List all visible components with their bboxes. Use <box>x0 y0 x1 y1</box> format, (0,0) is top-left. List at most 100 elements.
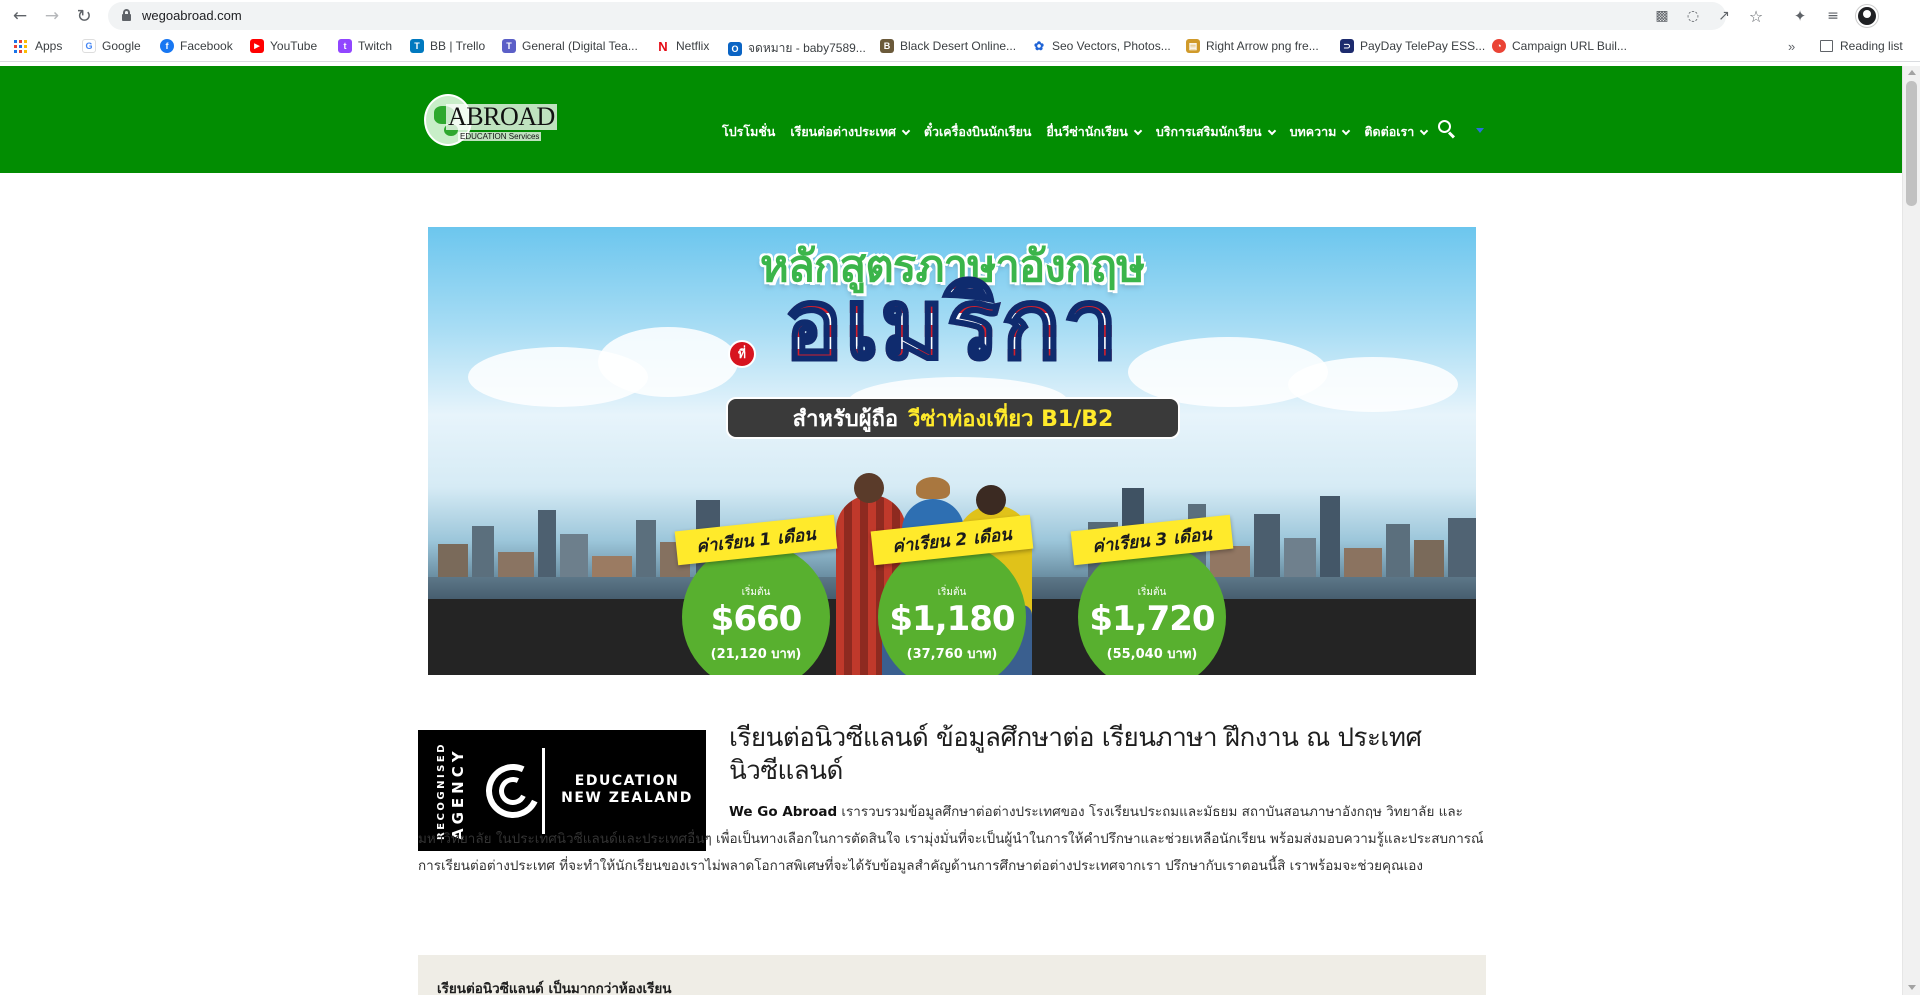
price-baht: (37,760 บาท) <box>906 647 998 662</box>
bookmark-campaign-url[interactable]: ◔ Campaign URL Buil... <box>1492 39 1627 53</box>
price-amount: $1,720 <box>1089 599 1215 639</box>
eye-off-icon[interactable]: ◌ <box>1683 6 1703 26</box>
nav-item-contact[interactable]: ติดต่อเรา <box>1364 122 1429 142</box>
bookmark-trello[interactable]: T BB | Trello <box>410 39 485 53</box>
nav-item-study-abroad[interactable]: เรียนต่อต่างประเทศ <box>790 122 911 142</box>
bookmark-label: General (Digital Tea... <box>522 39 638 53</box>
bookmark-facebook[interactable]: f Facebook <box>160 39 233 53</box>
search-icon[interactable] <box>1438 120 1456 139</box>
media-queue-icon[interactable]: ≡ <box>1822 5 1844 27</box>
seo-vectors-icon: ✿ <box>1032 39 1046 53</box>
bookmark-youtube[interactable]: ▶ YouTube <box>250 39 317 53</box>
youtube-icon: ▶ <box>250 39 264 53</box>
price-amount: $1,180 <box>889 599 1015 639</box>
price-circle: เริ่มต้น $660 (21,120 บาท) <box>682 543 830 675</box>
chevron-down-icon <box>1133 126 1143 135</box>
hero-country: อเมริกา <box>428 265 1476 385</box>
logo-subtitle: EDUCATION Services <box>458 132 542 141</box>
google-icon: G <box>82 39 96 53</box>
translate-icon[interactable]: ▩ <box>1652 6 1672 26</box>
bookmarks-bar: Apps G Google f Facebook ▶ YouTube t Twi… <box>0 32 1920 62</box>
price-from: เริ่มต้น <box>937 587 967 598</box>
logo-wordmark: ABROAD <box>446 102 557 131</box>
black-desert-icon: B <box>880 39 894 53</box>
bookmark-payday[interactable]: ⊃ PayDay TelePay ESS... <box>1340 39 1485 53</box>
bookmark-label: Twitch <box>358 39 393 53</box>
nav-label: บริการเสริมนักเรียน <box>1155 125 1262 139</box>
price-badge-3-month: ค่าเรียน 3 เดือน เริ่มต้น $1,720 (55,040… <box>1070 514 1234 675</box>
page-scrollbar[interactable] <box>1902 66 1920 995</box>
chevron-down-icon <box>1267 126 1276 135</box>
bookmark-label: YouTube <box>270 39 318 53</box>
nav-item-articles[interactable]: บทความ <box>1290 122 1351 142</box>
url-text[interactable]: wegoabroad.com <box>142 8 242 23</box>
bookmark-black-desert[interactable]: B Black Desert Online... <box>880 39 1016 53</box>
bookmark-apps[interactable]: Apps <box>14 39 62 53</box>
scrollbar-thumb[interactable] <box>1906 81 1917 206</box>
intro-text: เรารวบรวมข้อมูลศึกษาต่อต่างประเทศของ โรง… <box>418 804 1484 874</box>
bookmark-label: จดหมาย - baby7589... <box>748 41 866 55</box>
hero-banner[interactable]: หลักสูตรภาษาอังกฤษ อเมริกา ที่ สำหรับผู้… <box>428 227 1476 675</box>
chevron-down-icon <box>1420 126 1429 135</box>
outlook-icon: O <box>728 41 742 56</box>
main-nav: โปรโมชั่น เรียนต่อต่างประเทศ ตั๋วเครื่อง… <box>722 124 1442 140</box>
visa-prefix: สำหรับผู้ถือ <box>792 406 899 432</box>
bookmark-netflix[interactable]: N Netflix <box>656 39 709 54</box>
site-logo[interactable]: ABROAD EDUCATION Services <box>424 92 557 150</box>
bookmark-outlook[interactable]: O จดหมาย - baby7589... <box>728 39 866 58</box>
bookmark-label: Facebook <box>180 39 233 53</box>
bookmark-seo-vectors[interactable]: ✿ Seo Vectors, Photos... <box>1032 39 1171 53</box>
bookmark-teams[interactable]: T General (Digital Tea... <box>502 39 638 53</box>
forward-icon[interactable]: → <box>40 4 64 28</box>
price-baht: (55,040 บาท) <box>1106 647 1198 662</box>
price-amount: $660 <box>710 599 803 639</box>
price-baht: (21,120 บาท) <box>710 647 802 662</box>
bookmark-label: Right Arrow png fre... <box>1206 39 1319 53</box>
more-bookmarks-chevron-icon[interactable]: » <box>1788 39 1795 54</box>
nav-label: ติดต่อเรา <box>1364 125 1415 139</box>
nav-item-student-visa[interactable]: ยื่นวีซ่านักเรียน <box>1046 122 1143 142</box>
brand-name: We Go Abroad <box>729 804 838 820</box>
section-more-than-classroom: เรียนต่อนิวซีแลนด์ เป็นมากกว่าห้องเรียน <box>418 955 1486 995</box>
reading-list-button[interactable]: Reading list <box>1820 39 1903 53</box>
intro-paragraph: We Go Abroad เรารวบรวมข้อมูลศึกษาต่อต่าง… <box>418 799 1486 880</box>
bookmark-twitch[interactable]: t Twitch <box>338 39 392 53</box>
bookmark-star-icon[interactable]: ☆ <box>1746 6 1766 26</box>
reading-list-label: Reading list <box>1840 39 1903 53</box>
teams-icon: T <box>502 39 516 53</box>
bookmark-label: Seo Vectors, Photos... <box>1052 39 1171 53</box>
chevron-down-icon <box>901 126 911 135</box>
bookmark-label: Black Desert Online... <box>900 39 1017 53</box>
nav-label: ตั๋วเครื่องบินนักเรียน <box>923 125 1032 139</box>
price-badge-1-month: ค่าเรียน 1 เดือน เริ่มต้น $660 (21,120 บ… <box>674 514 838 675</box>
scroll-up-arrow-icon[interactable] <box>1908 70 1916 75</box>
profile-avatar[interactable] <box>1856 5 1878 27</box>
browser-toolbar: ← → ↻ wegoabroad.com ▩ ◌ ↗ ☆ ✦ ≡ <box>0 0 1920 32</box>
nav-item-student-flights[interactable]: ตั๋วเครื่องบินนักเรียน <box>924 122 1032 142</box>
bookmark-label: Google <box>102 39 141 53</box>
page-title: เรียนต่อนิวซีแลนด์ ข้อมูลศึกษาต่อ เรียนภ… <box>729 723 1422 786</box>
price-circle: เริ่มต้น $1,720 (55,040 บาท) <box>1078 543 1226 675</box>
extensions-icon[interactable]: ✦ <box>1789 5 1811 27</box>
lock-icon[interactable] <box>122 9 131 21</box>
scroll-down-arrow-icon[interactable] <box>1908 985 1916 990</box>
back-icon[interactable]: ← <box>8 4 32 28</box>
netflix-icon: N <box>656 39 670 54</box>
bookmark-label: Campaign URL Buil... <box>1512 39 1627 53</box>
share-icon[interactable]: ↗ <box>1714 6 1734 26</box>
language-dropdown-caret-icon[interactable] <box>1476 128 1484 133</box>
nav-label: ยื่นวีซ่านักเรียน <box>1046 125 1128 139</box>
visa-pill: สำหรับผู้ถือ วีซ่าท่องเที่ยว B1/B2 <box>726 397 1180 439</box>
bookmark-google[interactable]: G Google <box>82 39 141 53</box>
address-bar[interactable]: wegoabroad.com ▩ ◌ ↗ ☆ <box>108 2 1763 30</box>
campaign-url-icon: ◔ <box>1492 39 1506 53</box>
nav-item-promotions[interactable]: โปรโมชั่น <box>722 122 775 142</box>
chevron-down-icon <box>1342 126 1351 135</box>
reload-icon[interactable]: ↻ <box>72 4 96 28</box>
layers-icon: ▤ <box>1186 39 1200 53</box>
bookmark-right-arrow[interactable]: ▤ Right Arrow png fre... <box>1186 39 1319 53</box>
bookmark-label: BB | Trello <box>430 39 486 53</box>
nav-label: เรียนต่อต่างประเทศ <box>790 125 896 139</box>
section-title: เรียนต่อนิวซีแลนด์ เป็นมากกว่าห้องเรียน <box>437 981 672 995</box>
nav-item-student-services[interactable]: บริการเสริมนักเรียน <box>1155 122 1276 142</box>
